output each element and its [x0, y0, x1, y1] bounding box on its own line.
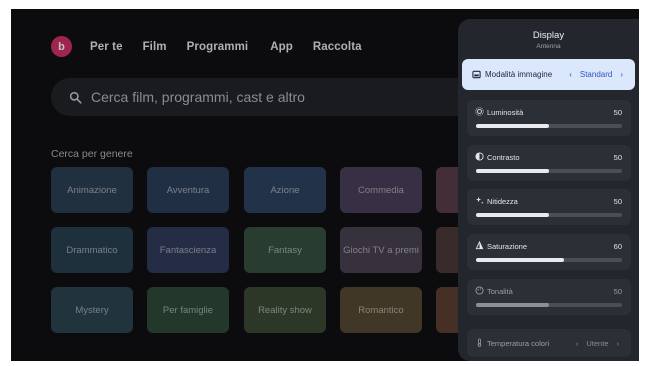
chevron-right-icon[interactable]: › — [620, 70, 623, 79]
slider-value: 60 — [613, 242, 622, 251]
slider-value: 50 — [613, 153, 622, 162]
slider-fill — [476, 303, 549, 307]
genre-tile-fantasy[interactable]: Fantasy — [244, 227, 326, 273]
palette-icon — [475, 286, 484, 295]
contrast-icon — [475, 152, 484, 161]
search-bar[interactable]: Cerca film, programmi, cast e altro — [51, 78, 491, 116]
genre-section-label: Cerca per genere — [51, 148, 133, 160]
chevron-left-icon[interactable]: ‹ — [576, 339, 579, 348]
picture-mode-selector[interactable]: ‹ Standard › — [565, 70, 627, 79]
genre-tile-drammatico[interactable]: Drammatico — [51, 227, 133, 273]
nav-item-app[interactable]: App — [270, 41, 293, 53]
slider-fill — [476, 169, 549, 173]
nav-item-film[interactable]: Film — [143, 41, 167, 53]
slider-track[interactable] — [476, 169, 622, 173]
genre-tile-giochi-tv[interactable]: Giochi TV a premi — [340, 227, 422, 273]
nav-item-raccolta[interactable]: Raccolta — [313, 41, 362, 53]
nav-item-per-te[interactable]: Per te — [90, 41, 123, 53]
saturation-icon — [475, 241, 484, 250]
slider-luminosita[interactable]: Luminosità 50 — [467, 100, 631, 136]
search-placeholder: Cerca film, programmi, cast e altro — [91, 89, 305, 105]
brightness-icon — [475, 107, 484, 116]
genre-tile-per-famiglie[interactable]: Per famiglie — [147, 287, 229, 333]
slider-label: Contrasto — [487, 153, 520, 162]
nav-item-programmi[interactable]: Programmi — [187, 41, 249, 53]
slider-value: 50 — [613, 287, 622, 296]
display-settings-panel: Display Antenna Modalità immagine ‹ Stan… — [458, 19, 639, 361]
slider-tonalita[interactable]: Tonalità 50 — [467, 279, 631, 315]
slider-value: 50 — [613, 197, 622, 206]
chevron-right-icon[interactable]: › — [617, 339, 620, 348]
slider-label: Saturazione — [487, 242, 528, 251]
genre-tile-romantico[interactable]: Romantico — [340, 287, 422, 333]
slider-fill — [476, 124, 549, 128]
genre-tile-mystery[interactable]: Mystery — [51, 287, 133, 333]
panel-title: Display — [532, 30, 565, 41]
picture-mode-label: Modalità immagine — [485, 70, 553, 79]
slider-fill — [476, 258, 564, 262]
genre-tile-reality-show[interactable]: Reality show — [244, 287, 326, 333]
slider-track[interactable] — [476, 303, 622, 307]
slider-fill — [476, 213, 549, 217]
picture-mode-icon — [472, 70, 481, 79]
genre-tile-azione[interactable]: Azione — [244, 167, 326, 213]
color-temperature-row[interactable]: Temperatura colori ‹ Utente › — [467, 329, 631, 357]
genre-tile-fantascienza[interactable]: Fantascienza — [147, 227, 229, 273]
sharpness-icon — [475, 196, 484, 205]
tv-screen: b Per te Film Programmi App Raccolta Cer… — [11, 9, 639, 361]
slider-track[interactable] — [476, 124, 622, 128]
slider-track[interactable] — [476, 213, 622, 217]
slider-label: Luminosità — [487, 108, 524, 117]
picture-mode-value: Standard — [579, 70, 613, 79]
top-nav: b Per te Film Programmi App Raccolta — [51, 36, 382, 57]
slider-label: Nitidezza — [487, 197, 518, 206]
color-temperature-label: Temperatura colori — [487, 338, 550, 348]
panel-subtitle: Antenna — [536, 43, 561, 50]
slider-contrasto[interactable]: Contrasto 50 — [467, 145, 631, 181]
picture-mode-row[interactable]: Modalità immagine ‹ Standard › — [462, 59, 635, 90]
slider-label: Tonalità — [487, 287, 513, 296]
thermometer-icon — [477, 338, 482, 347]
slider-track[interactable] — [476, 258, 622, 262]
slider-value: 50 — [613, 108, 622, 117]
slider-saturazione[interactable]: Saturazione 60 — [467, 234, 631, 270]
color-temperature-selector[interactable]: ‹ Utente › — [572, 339, 623, 348]
search-icon — [69, 91, 82, 104]
color-temperature-value: Utente — [586, 338, 609, 348]
genre-tile-avventura[interactable]: Avventura — [147, 167, 229, 213]
genre-tile-commedia[interactable]: Commedia — [340, 167, 422, 213]
chevron-left-icon[interactable]: ‹ — [569, 70, 572, 79]
slider-nitidezza[interactable]: Nitidezza 50 — [467, 189, 631, 225]
genre-tile-animazione[interactable]: Animazione — [51, 167, 133, 213]
profile-avatar[interactable]: b — [51, 36, 72, 57]
